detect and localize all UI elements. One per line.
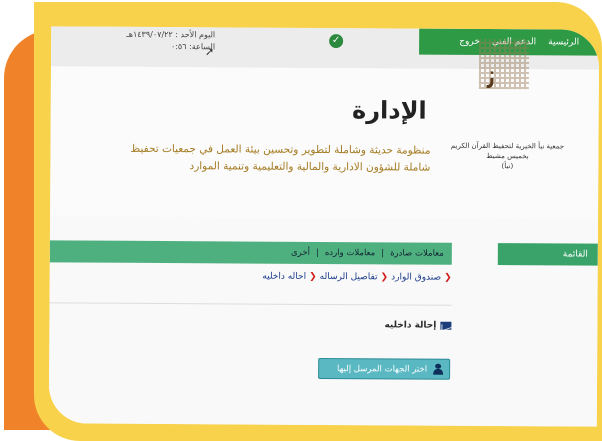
tab-separator: | — [315, 247, 319, 258]
org-name-line: جمعية نبأ الخيرية لتحفيظ القرآن الكريم ب… — [450, 141, 565, 161]
select-recipients-button[interactable]: اختر الجهات المرسل إليها — [318, 357, 451, 380]
org-logo: ﻧ — [471, 37, 561, 118]
breadcrumb-inbox[interactable]: صندوق الوارد — [391, 272, 441, 282]
tab-other[interactable]: أخرى — [291, 248, 310, 258]
org-abbrev: (نبأ) — [501, 162, 514, 171]
page-title: الإدارة — [352, 96, 427, 125]
check-circle-icon: ✓ — [329, 34, 344, 49]
select-recipients-label: اختر الجهات المرسل إليها — [337, 363, 428, 375]
breadcrumb: ❮ صندوق الوارد ❮ تفاصيل الرساله ❮ احاله … — [220, 271, 452, 283]
user-icon — [433, 364, 443, 375]
tab-bar: معاملات صادرة | معاملات وارده | أخرى — [49, 240, 452, 265]
app-screen: الرئيسية الدعم الفني خروج ✓ اليوم الأحد … — [48, 26, 600, 427]
tab-incoming[interactable]: معاملات وارده — [325, 248, 375, 258]
tab-outgoing[interactable]: معاملات صادرة — [390, 248, 444, 258]
chevron-left-icon: ❮ — [380, 272, 389, 283]
chevron-left-icon: ❮ — [309, 271, 317, 282]
page-description: منظومة حديثة وشاملة لتطوير وتحسين بيئة ا… — [50, 140, 430, 176]
date-time-block: اليوم الأحد : ١٤٣٩/٠٧/٢٢هـ الساعة: ٠:٥٦ — [105, 29, 215, 54]
cursor-icon: ➚ — [205, 45, 215, 59]
internal-referral-heading: إحالة داخليه — [349, 320, 452, 331]
internal-referral-label: إحالة داخليه — [384, 320, 437, 331]
org-name: جمعية نبأ الخيرية لتحفيظ القرآن الكريم ب… — [442, 141, 572, 172]
breadcrumb-internal-referral: احاله داخليه — [262, 271, 307, 282]
sidebar-menu-header[interactable]: القائمة — [497, 243, 598, 266]
date-text: اليوم الأحد : ١٤٣٩/٠٧/٢٢هـ — [126, 29, 216, 40]
chevron-left-icon: ❮ — [444, 272, 452, 283]
logo-mark: ﻧ — [486, 56, 497, 98]
time-text: الساعة: ٠:٥٦ — [170, 42, 216, 52]
envelope-icon — [440, 321, 452, 330]
description-line-2: شاملة للشؤون الادارية والمالية والتعليمي… — [189, 160, 431, 174]
breadcrumb-message-details[interactable]: تفاصيل الرساله — [320, 272, 378, 282]
tab-separator: | — [381, 248, 385, 259]
